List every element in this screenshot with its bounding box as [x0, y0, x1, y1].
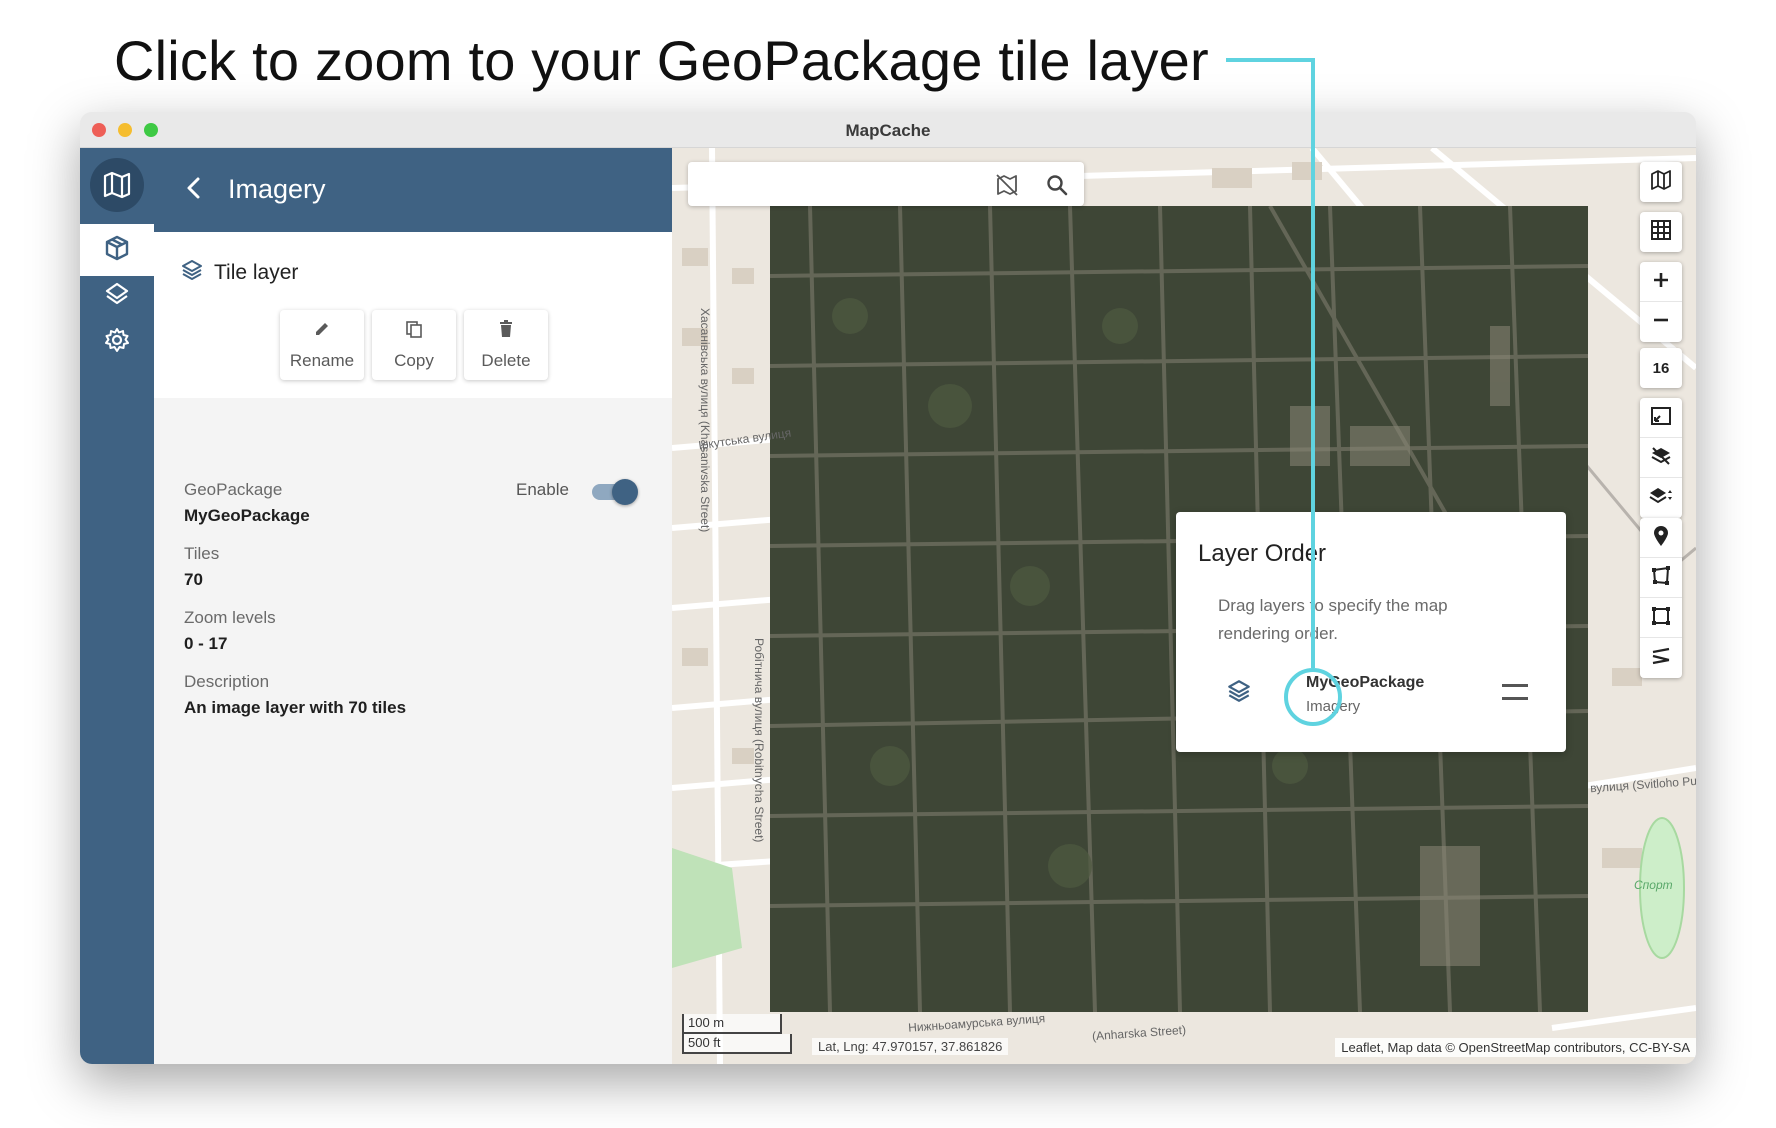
draw-tools-group	[1640, 518, 1682, 678]
layer-details-panel: Tile layer Rename Copy Delete GeoPackage…	[154, 232, 672, 1064]
rename-button[interactable]: Rename	[280, 310, 364, 380]
scale-bar: 100 m 500 ft	[682, 1014, 792, 1056]
pencil-icon	[313, 320, 331, 343]
copy-label: Copy	[394, 350, 434, 370]
gear-icon	[104, 327, 130, 358]
toggle-knob	[612, 479, 638, 505]
rectangle-icon	[1650, 605, 1672, 631]
chevron-left-icon	[185, 176, 203, 205]
layers-icon	[1226, 678, 1252, 709]
delete-button[interactable]: Delete	[464, 310, 548, 380]
grid-icon	[1650, 219, 1672, 245]
zoom-in-button[interactable]	[1640, 262, 1682, 302]
layer-type: Tile layer	[180, 258, 298, 287]
scale-imperial: 500 ft	[682, 1034, 792, 1054]
grid-tool-group	[1640, 212, 1682, 252]
geopackage-label: GeoPackage	[184, 480, 283, 499]
draw-polygon-button[interactable]	[1640, 558, 1682, 598]
zoom-to-layer-button[interactable]	[1224, 678, 1254, 708]
layer-header-card: Tile layer Rename Copy Delete	[154, 232, 672, 398]
zoom-levels-label: Zoom levels	[184, 608, 276, 627]
app-window: MapCache Imagery Tile layer Rename Copy …	[80, 112, 1696, 1064]
basemap-button[interactable]	[1640, 162, 1682, 202]
layer-order-title: Layer Order	[1198, 540, 1327, 567]
package-icon	[104, 235, 130, 266]
layer-order-panel: Layer Order Drag layers to specify the m…	[1176, 512, 1566, 752]
sidebar-item-layers[interactable]	[80, 270, 154, 322]
marker-icon	[1652, 525, 1670, 551]
back-button[interactable]	[176, 172, 212, 208]
description-label: Description	[184, 672, 270, 691]
layers-off-icon	[1650, 445, 1672, 471]
navigation-rail	[80, 148, 154, 1064]
layer-order-button[interactable]	[1640, 478, 1682, 518]
copy-button[interactable]: Copy	[372, 310, 456, 380]
layers-icon	[104, 281, 130, 312]
layers-sort-icon	[1649, 485, 1673, 511]
delete-label: Delete	[481, 350, 531, 370]
drag-handle-icon[interactable]	[1502, 684, 1528, 700]
callout-ring	[1284, 668, 1342, 726]
search-bar	[688, 162, 1084, 206]
tiles-label: Tiles	[184, 544, 220, 563]
enable-label: Enable	[516, 480, 569, 499]
layer-order-description: Drag layers to specify the map rendering…	[1218, 596, 1448, 643]
layer-actions: Rename Copy Delete	[280, 310, 548, 380]
window-title: MapCache	[845, 121, 931, 140]
grid-button[interactable]	[1640, 212, 1682, 252]
street-label: Хасанівська вулиця (Khasanivska Street)	[698, 308, 712, 533]
draw-point-button[interactable]	[1640, 518, 1682, 558]
app-logo-icon[interactable]	[90, 158, 144, 212]
callout-text: Click to zoom to your GeoPackage tile la…	[114, 29, 1209, 92]
sidebar-item-geopackage[interactable]	[80, 224, 154, 276]
geopackage-value: MyGeoPackage	[184, 506, 310, 525]
map-off-icon[interactable]	[994, 172, 1020, 198]
search-input[interactable]	[702, 172, 972, 196]
page-title: Imagery	[228, 174, 326, 204]
layer-type-label: Tile layer	[214, 260, 299, 284]
map-icon	[1650, 169, 1672, 195]
extent-icon	[1650, 406, 1672, 430]
rename-label: Rename	[289, 350, 355, 370]
coordinates-readout: Lat, Lng: 47.970157, 37.861826	[812, 1038, 1009, 1055]
layer-tools-group	[1640, 398, 1682, 518]
zoom-out-button[interactable]	[1640, 302, 1682, 342]
search-icon[interactable]	[1044, 172, 1070, 198]
plus-icon	[1652, 271, 1670, 293]
basemap-tool-group	[1640, 162, 1682, 202]
street-label: Робітнича вулиця (Robitnycha Street)	[752, 638, 766, 843]
street-label: Спорт	[1634, 878, 1673, 892]
polyline-icon	[1650, 645, 1672, 671]
zoom-controls	[1640, 262, 1682, 342]
map-attribution[interactable]: Leaflet, Map data © OpenStreetMap contri…	[1335, 1038, 1696, 1057]
panel-header: Imagery	[154, 148, 672, 232]
draw-rectangle-button[interactable]	[1640, 598, 1682, 638]
polygon-icon	[1650, 565, 1672, 591]
zoom-level-indicator: 16	[1652, 359, 1670, 377]
layers-icon	[180, 258, 204, 287]
map-view[interactable]: Хасанівська вулиця (Khasanivska Street) …	[672, 148, 1696, 1064]
clear-layers-button[interactable]	[1640, 438, 1682, 478]
trash-icon	[498, 319, 514, 343]
draw-line-button[interactable]	[1640, 638, 1682, 678]
zoom-levels-value: 0 - 17	[184, 634, 228, 653]
description-value: An image layer with 70 tiles	[184, 698, 407, 717]
callout-line-vertical	[1311, 58, 1315, 668]
minus-icon	[1652, 311, 1670, 333]
scale-metric: 100 m	[682, 1014, 782, 1034]
zoom-level-group: 16	[1640, 348, 1682, 388]
copy-icon	[405, 320, 423, 343]
tiles-value: 70	[184, 570, 203, 589]
zoom-to-extent-button[interactable]	[1640, 398, 1682, 438]
enable-toggle[interactable]	[592, 479, 638, 505]
sidebar-item-settings[interactable]	[80, 316, 154, 368]
callout-line	[1226, 58, 1314, 62]
title-bar: MapCache	[80, 112, 1696, 148]
